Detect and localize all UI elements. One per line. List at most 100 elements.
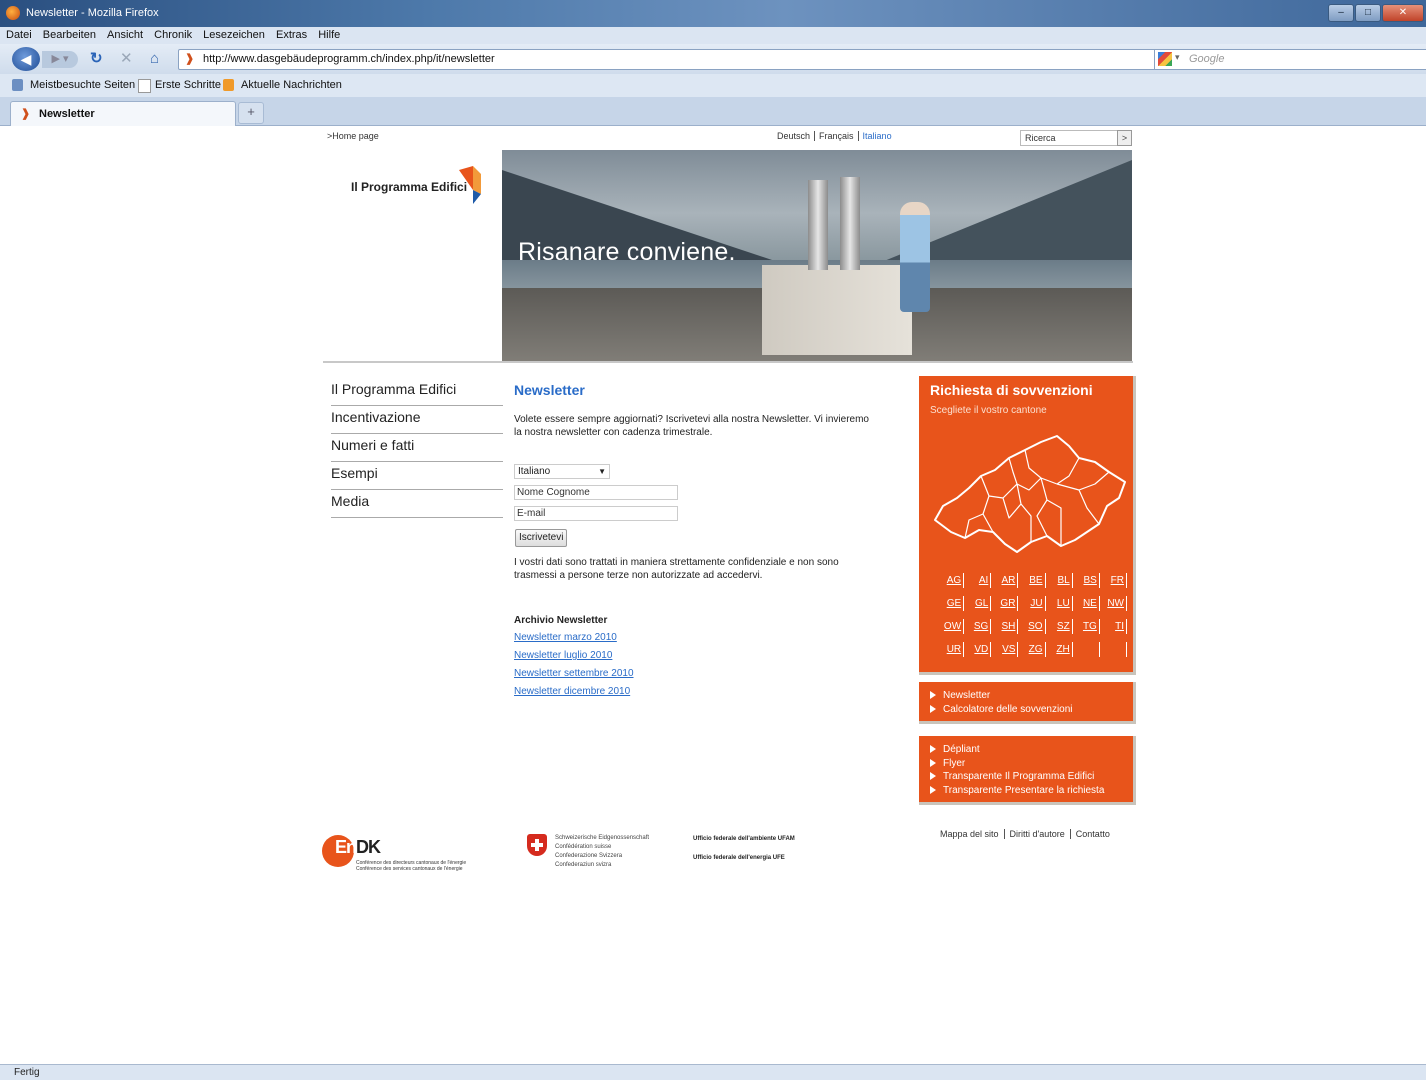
archive-link-july[interactable]: Newsletter luglio 2010 <box>514 650 612 661</box>
canton-sz[interactable]: SZ <box>1046 619 1073 634</box>
minimize-button[interactable]: – <box>1328 4 1354 22</box>
tab-newsletter[interactable]: ❱ Newsletter <box>10 101 236 126</box>
endk-logo[interactable]: EnDK <box>335 837 381 858</box>
status-text: Fertig <box>14 1067 40 1078</box>
email-field[interactable]: E-mail <box>514 506 678 521</box>
address-bar[interactable]: ❱ http://www.dasgebäudeprogramm.ch/index… <box>178 49 1277 70</box>
link-depliant[interactable]: Dépliant <box>919 743 1133 757</box>
archive-link-december[interactable]: Newsletter dicembre 2010 <box>514 686 630 697</box>
canton-vd[interactable]: VD <box>964 642 992 657</box>
archive-list: Newsletter marzo 2010 Newsletter luglio … <box>514 632 634 704</box>
hero-image: Risanare conviene. <box>502 150 1132 361</box>
menu-lesezeichen[interactable]: Lesezeichen <box>203 29 265 41</box>
close-button[interactable]: ✕ <box>1382 4 1424 22</box>
canton-sg[interactable]: SG <box>964 619 992 634</box>
canton-ag[interactable]: AG <box>937 573 965 588</box>
web-search-box[interactable]: ▾ Google <box>1154 49 1426 70</box>
canton-bs[interactable]: BS <box>1073 573 1100 588</box>
bookmark-first-steps[interactable]: Erste Schritte <box>155 79 221 91</box>
nav-item-incentivazione[interactable]: Incentivazione <box>331 407 503 434</box>
canton-lu[interactable]: LU <box>1046 596 1073 611</box>
link-transparente-programma[interactable]: Transparente Il Programma Edifici <box>919 770 1133 784</box>
canton-ow[interactable]: OW <box>937 619 965 634</box>
nav-item-esempi[interactable]: Esempi <box>331 463 503 490</box>
canton-tg[interactable]: TG <box>1073 619 1100 634</box>
quick-links-box: Newsletter Calcolatore delle sovvenzioni <box>919 682 1136 724</box>
link-transparente-richiesta[interactable]: Transparente Presentare la richiesta <box>919 784 1133 798</box>
canton-grid: AG AI AR BE BL BS FR GE GL GR JU LU NE N… <box>937 573 1127 657</box>
canton-be[interactable]: BE <box>1018 573 1046 588</box>
canton-ne[interactable]: NE <box>1073 596 1100 611</box>
menu-chronik[interactable]: Chronik <box>154 29 192 41</box>
menu-extras[interactable]: Extras <box>276 29 307 41</box>
canton-zg[interactable]: ZG <box>1018 642 1046 657</box>
home-page-link[interactable]: >Home page <box>327 131 379 141</box>
canton-ai[interactable]: AI <box>964 573 992 588</box>
tab-favicon: ❱ <box>21 108 31 120</box>
stop-icon[interactable]: ✕ <box>120 50 133 68</box>
canton-zh[interactable]: ZH <box>1046 642 1073 657</box>
back-button[interactable]: ◀ <box>12 47 40 71</box>
lang-italiano[interactable]: Italiano <box>863 131 892 141</box>
program-logo-icon <box>459 166 481 204</box>
menu-bearbeiten[interactable]: Bearbeiten <box>43 29 96 41</box>
link-flyer[interactable]: Flyer <box>919 757 1133 771</box>
link-newsletter[interactable]: Newsletter <box>919 689 1133 703</box>
canton-ar[interactable]: AR <box>991 573 1019 588</box>
new-tab-button[interactable]: + <box>238 102 264 124</box>
window-titlebar: Newsletter - Mozilla Firefox – □ ✕ <box>0 0 1426 27</box>
link-copyright[interactable]: Diritti d'autore <box>1010 829 1065 839</box>
archive-link-september[interactable]: Newsletter settembre 2010 <box>514 668 634 679</box>
archive-link-march[interactable]: Newsletter marzo 2010 <box>514 632 617 643</box>
language-select[interactable]: Italiano ▼ <box>514 464 610 479</box>
canton-sh[interactable]: SH <box>991 619 1019 634</box>
canton-gl[interactable]: GL <box>964 596 992 611</box>
canton-vs[interactable]: VS <box>991 642 1019 657</box>
bookmarks-toolbar: Meistbesuchte Seiten Erste Schritte Aktu… <box>0 74 1426 98</box>
lang-deutsch[interactable]: Deutsch <box>777 131 810 141</box>
canton-fr[interactable]: FR <box>1100 573 1127 588</box>
canton-ti[interactable]: TI <box>1100 619 1127 634</box>
subscribe-button[interactable]: Iscrivetevi <box>515 529 568 547</box>
canton-ur[interactable]: UR <box>937 642 965 657</box>
site-logo-text[interactable]: Il Programma Edifici <box>351 180 467 194</box>
rss-feed-icon <box>223 79 234 91</box>
bookmark-news[interactable]: Aktuelle Nachrichten <box>241 79 342 91</box>
site-search-button[interactable]: > <box>1117 130 1132 146</box>
nav-item-media[interactable]: Media <box>331 491 503 518</box>
nav-item-numeri[interactable]: Numeri e fatti <box>331 435 503 462</box>
google-icon[interactable] <box>1158 52 1172 66</box>
canton-so[interactable]: SO <box>1018 619 1046 634</box>
divider <box>323 361 1133 363</box>
search-engine-dropdown-icon[interactable]: ▾ <box>1175 52 1180 63</box>
confederation-text[interactable]: Schweizerische Eidgenossenschaft Confédé… <box>555 834 649 870</box>
reload-icon[interactable]: ↻ <box>90 50 103 68</box>
menu-datei[interactable]: Datei <box>6 29 32 41</box>
link-contact[interactable]: Contatto <box>1076 829 1110 839</box>
link-calculator[interactable]: Calcolatore delle sovvenzioni <box>919 703 1133 717</box>
menu-hilfe[interactable]: Hilfe <box>318 29 340 41</box>
canton-nw[interactable]: NW <box>1100 596 1127 611</box>
page-title: Newsletter <box>514 382 585 398</box>
home-icon[interactable]: ⌂ <box>150 50 159 68</box>
privacy-note: I vostri dati sono trattati in maniera s… <box>514 557 839 581</box>
downloads-box: Dépliant Flyer Transparente Il Programma… <box>919 736 1136 805</box>
canton-empty-1 <box>1073 642 1100 657</box>
lang-francais[interactable]: Français <box>819 131 854 141</box>
nav-item-programma[interactable]: Il Programma Edifici <box>331 379 503 406</box>
canton-bl[interactable]: BL <box>1046 573 1073 588</box>
site-favicon: ❱ <box>185 53 195 65</box>
canton-gr[interactable]: GR <box>991 596 1019 611</box>
site-search-input[interactable]: Ricerca <box>1020 130 1122 146</box>
link-sitemap[interactable]: Mappa del sito <box>940 829 999 839</box>
maximize-button[interactable]: □ <box>1355 4 1381 22</box>
bookmark-most-visited[interactable]: Meistbesuchte Seiten <box>30 79 135 91</box>
forward-button[interactable]: ▶ ▾ <box>42 51 78 68</box>
name-field[interactable]: Nome Cognome <box>514 485 678 500</box>
menu-ansicht[interactable]: Ansicht <box>107 29 143 41</box>
canton-ju[interactable]: JU <box>1018 596 1046 611</box>
ufam-link[interactable]: Ufficio federale dell'ambiente UFAM <box>693 836 795 842</box>
canton-ge[interactable]: GE <box>937 596 965 611</box>
ufe-link[interactable]: Ufficio federale dell'energia UFE <box>693 855 785 861</box>
switzerland-map-icon[interactable] <box>929 428 1129 558</box>
